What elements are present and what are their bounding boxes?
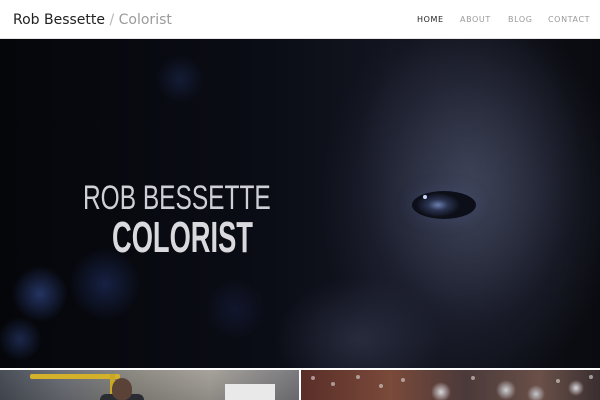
crowd-dot	[471, 376, 475, 380]
crowd-dot	[556, 379, 560, 383]
hero-banner: ROB BESSETTE COLORIST	[0, 39, 600, 368]
nav-blog-link[interactable]: BLOG	[508, 14, 533, 26]
crowd-dot	[379, 384, 383, 388]
thumbnail-person-head	[112, 378, 132, 400]
crowd-dot	[311, 376, 315, 380]
crowd-dot	[331, 382, 335, 386]
crowd-dot	[401, 378, 405, 382]
hero-title-role: COLORIST	[112, 213, 253, 262]
nav-about-link[interactable]: ABOUT	[460, 14, 491, 26]
hero-eye-image	[412, 191, 476, 219]
nav-contact-link[interactable]: CONTACT	[548, 14, 590, 26]
site-header: Rob Bessette / Colorist HOME ABOUT BLOG …	[0, 0, 600, 39]
portfolio-thumbnail-2[interactable]	[301, 370, 600, 400]
hero-eye-glint	[423, 195, 427, 199]
thumbnail-goalpost-image	[30, 374, 120, 379]
crowd-dot	[356, 375, 360, 379]
thumbnail-white-panel	[225, 384, 275, 400]
main-nav: HOME ABOUT BLOG CONTACT	[0, 14, 600, 26]
portfolio-thumbnail-1[interactable]	[0, 370, 299, 400]
hero-title-name: ROB BESSETTE	[83, 179, 271, 217]
nav-home-link[interactable]: HOME	[417, 14, 444, 26]
crowd-dot	[589, 375, 593, 379]
